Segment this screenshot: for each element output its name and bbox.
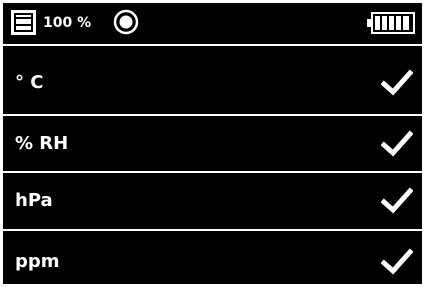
checkmark-icon <box>381 187 413 214</box>
unit-label: hPa <box>15 190 53 211</box>
unit-row-ppm[interactable]: ppm <box>3 234 422 284</box>
checkmark-icon <box>381 248 413 275</box>
battery-full-icon <box>367 12 415 34</box>
unit-label: ° C <box>15 72 44 93</box>
device-screen: 100 % ° C % RH hPa ppm <box>3 3 422 284</box>
memory-card-icon <box>11 10 36 35</box>
status-bar: 100 % <box>3 3 422 44</box>
unit-label: ppm <box>15 251 60 272</box>
memory-level-text: 100 % <box>43 15 92 31</box>
checkmark-icon <box>381 69 413 96</box>
checkmark-icon <box>381 130 413 157</box>
unit-row-pressure[interactable]: hPa <box>3 173 422 229</box>
row-divider <box>3 229 422 231</box>
unit-row-humidity[interactable]: % RH <box>3 116 422 172</box>
record-icon <box>113 9 139 35</box>
unit-label: % RH <box>15 133 69 154</box>
status-divider <box>3 44 422 46</box>
unit-row-celsius[interactable]: ° C <box>3 55 422 111</box>
